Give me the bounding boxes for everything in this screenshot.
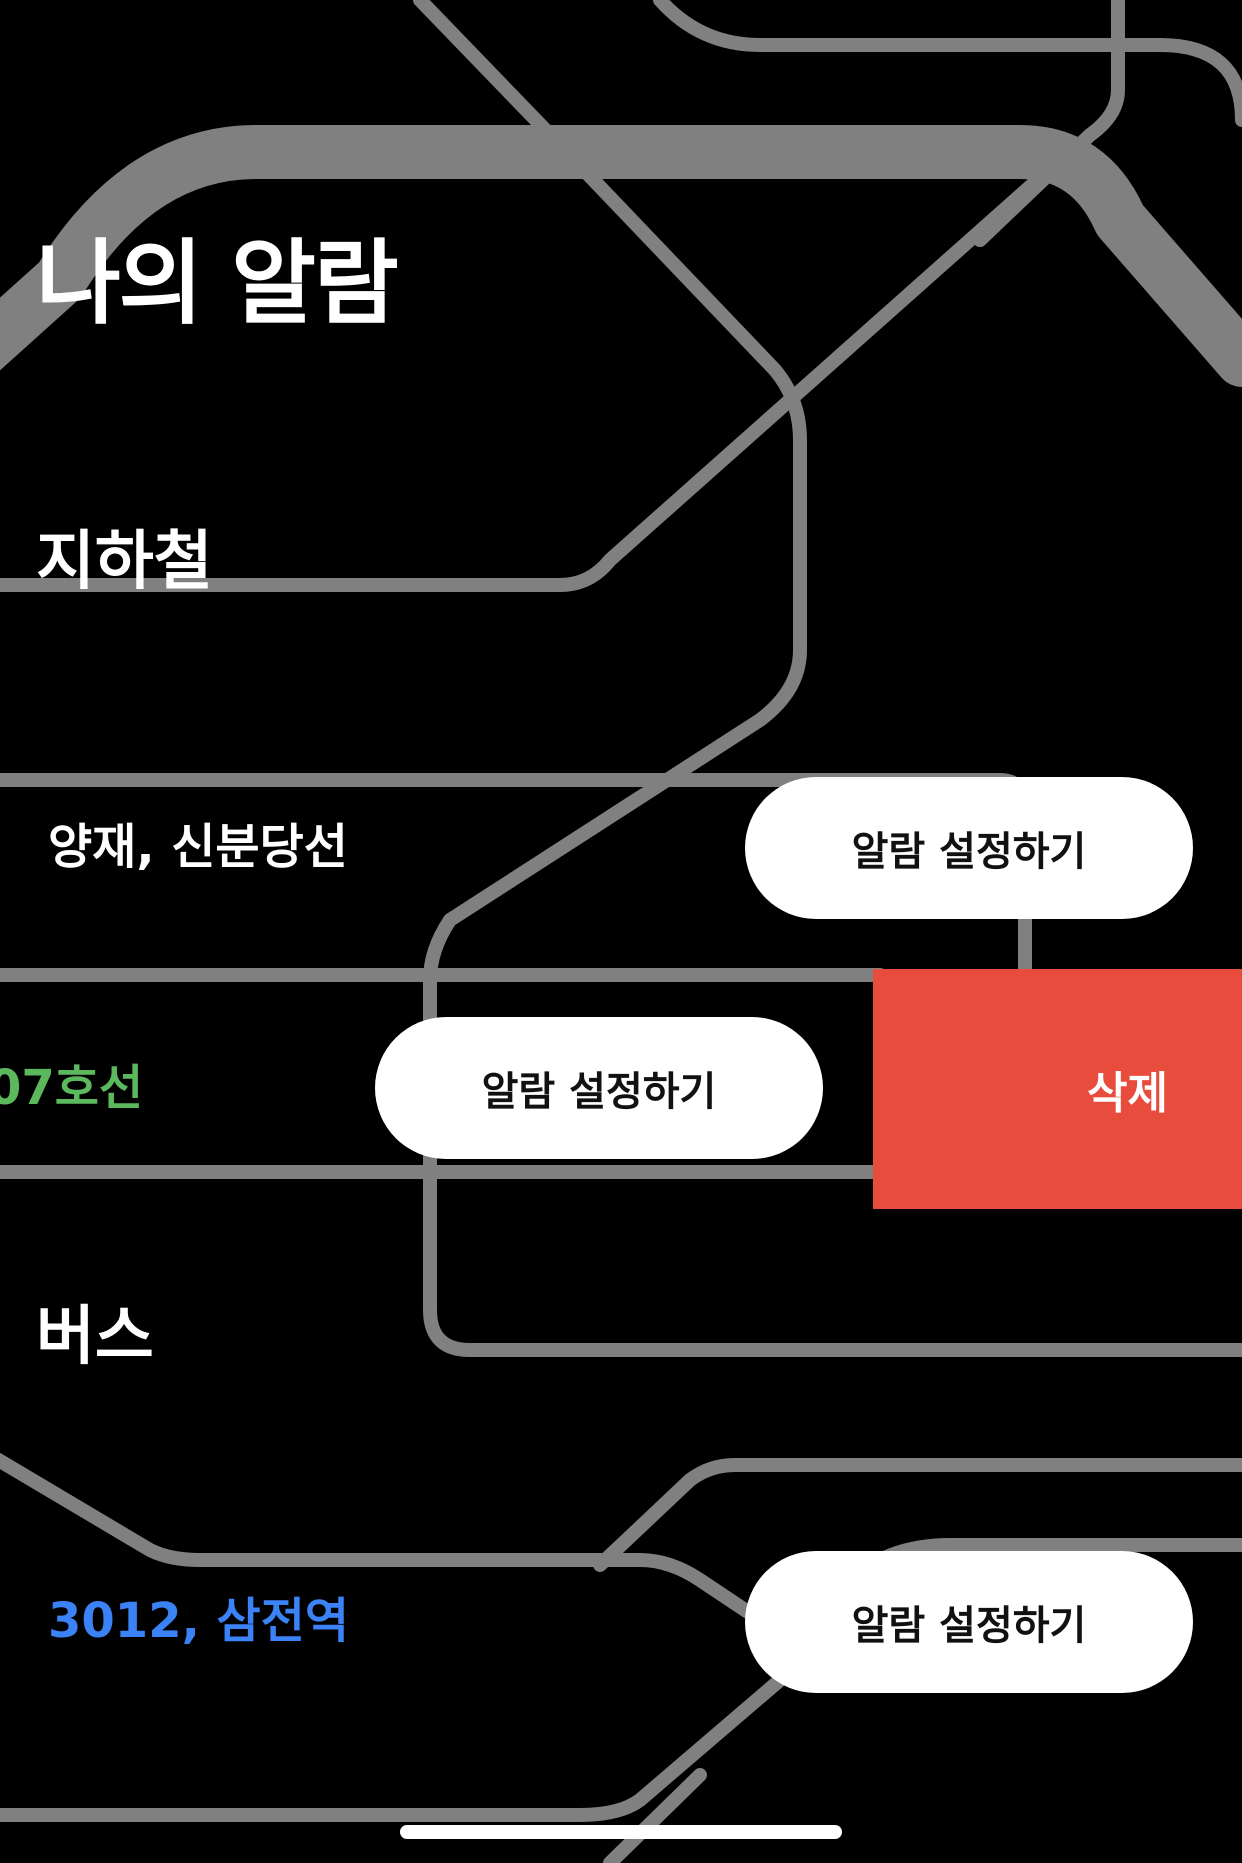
set-alarm-button[interactable]: 알람 설정하기 [375, 1017, 823, 1159]
subway-row-label: 07호선 [0, 1060, 144, 1116]
map-line-11 [0, 1673, 787, 1822]
home-indicator[interactable] [400, 1825, 842, 1839]
section-heading-subway: 지하철 [36, 525, 213, 599]
delete-button[interactable]: 삭제 [873, 969, 1242, 1209]
page-title: 나의 알람 [36, 230, 399, 337]
set-alarm-button[interactable]: 알람 설정하기 [745, 1551, 1193, 1693]
section-heading-bus: 버스 [36, 1300, 154, 1374]
bus-row-label: 3012, 삼전역 [48, 1593, 350, 1649]
subway-row-label: 양재, 신분당선 [48, 819, 348, 875]
map-line-2 [653, 0, 1242, 127]
set-alarm-button[interactable]: 알람 설정하기 [745, 777, 1193, 919]
